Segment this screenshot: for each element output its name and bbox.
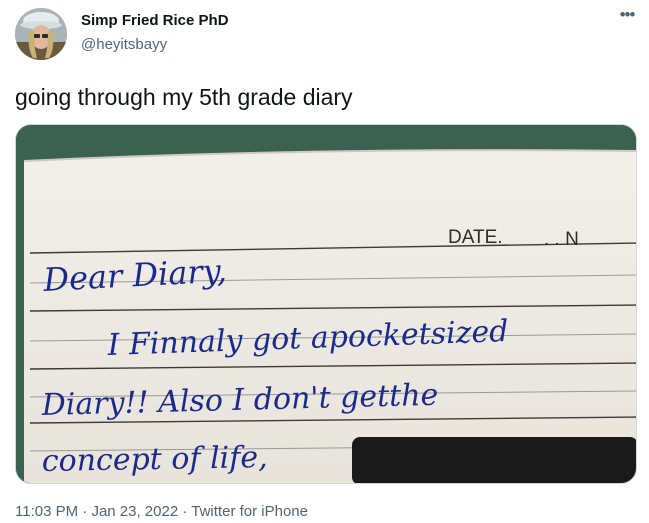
more-options-button[interactable]: •••	[614, 5, 640, 28]
diary-date-label: DATE.	[448, 227, 503, 248]
user-handle[interactable]: @heyitsbayy	[81, 36, 167, 53]
more-dots-icon: •••	[619, 5, 636, 24]
meta-separator: ·	[182, 503, 188, 520]
diary-line-4: concept of life,	[42, 440, 268, 479]
avatar-image	[15, 8, 67, 60]
redaction-block	[352, 437, 636, 483]
tweet-text: going through my 5th grade diary	[15, 84, 353, 110]
tweet-media-photo[interactable]: DATE. . . N Dear Diary, I Finnaly got ap…	[15, 124, 637, 484]
tweet-timestamp[interactable]: 11:03 PM	[15, 503, 78, 520]
diary-photo: DATE. . . N Dear Diary, I Finnaly got ap…	[16, 125, 636, 483]
tweet-source[interactable]: Twitter for iPhone	[191, 503, 308, 520]
display-name[interactable]: Simp Fried Rice PhD	[81, 12, 229, 29]
diary-date-dots: . . N	[544, 229, 579, 250]
tweet-metadata: 11:03 PM · Jan 23, 2022 · Twitter for iP…	[15, 503, 308, 520]
meta-separator: ·	[82, 503, 88, 520]
tweet-date[interactable]: Jan 23, 2022	[91, 503, 178, 520]
avatar[interactable]	[15, 8, 67, 60]
